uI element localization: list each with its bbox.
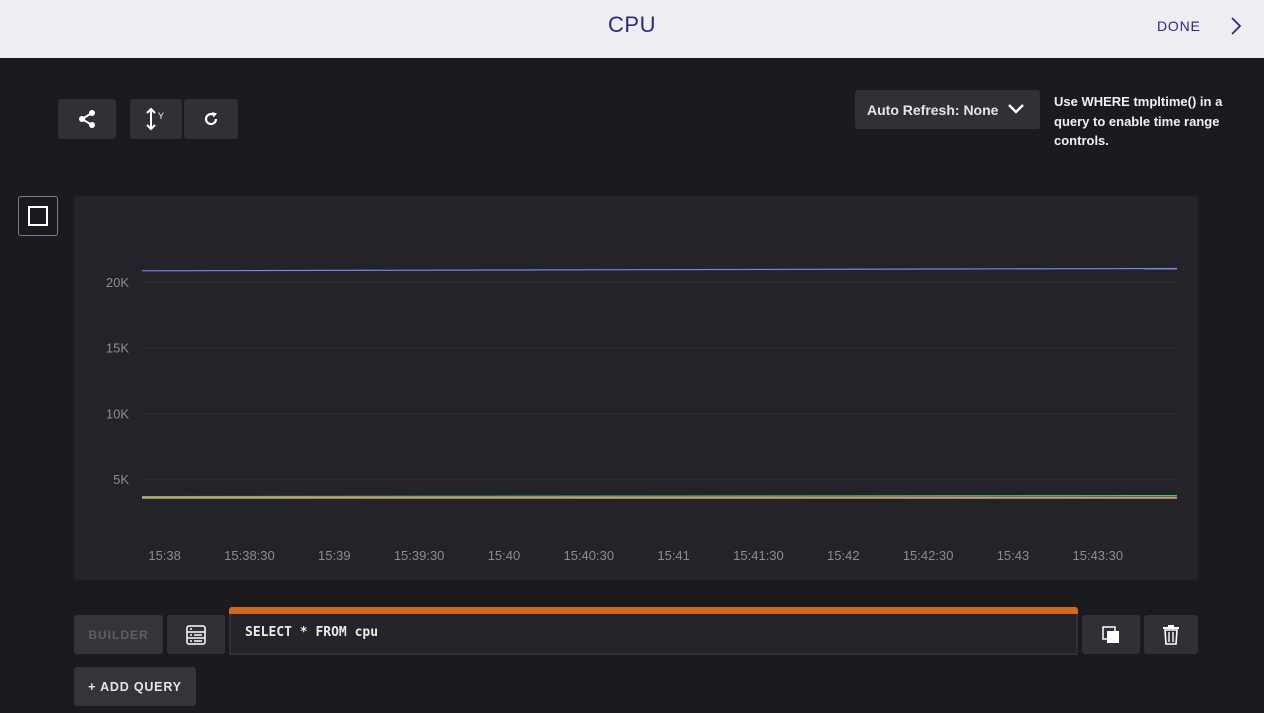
x-tick-label: 15:41:30 [733, 548, 784, 563]
database-list-icon [186, 624, 206, 645]
x-tick-label: 15:43:30 [1073, 548, 1124, 563]
schema-explorer-button[interactable] [167, 615, 225, 654]
time-range-hint: Use WHERE tmpltime() in a query to enabl… [1054, 94, 1223, 148]
y-tick-label: 20K [106, 275, 129, 290]
y-axis-range-button[interactable]: Y [130, 99, 182, 139]
y-tick-label: 15K [106, 341, 129, 356]
share-button[interactable] [58, 99, 116, 139]
builder-button[interactable]: BUILDER [74, 615, 163, 654]
x-tick-label: 15:43 [997, 548, 1030, 563]
square-icon [28, 206, 48, 226]
auto-refresh-dropdown[interactable]: Auto Refresh: None [855, 90, 1040, 129]
series-line [141, 495, 1178, 498]
chevron-right-icon[interactable] [1226, 16, 1246, 36]
share-icon [79, 110, 95, 128]
line-chart: 5K 10K 15K 20K 15:38 15:38:30 15:39 15:39:30 15:… [106, 267, 1178, 563]
x-tick-label: 15:39:30 [394, 548, 445, 563]
header-bar: CPU DONE [0, 0, 1264, 58]
refresh-icon [204, 112, 218, 126]
x-tick-label: 15:40:30 [563, 548, 614, 563]
done-button[interactable]: DONE [1157, 18, 1201, 34]
x-tick-label: 15:38:30 [224, 548, 275, 563]
series-line [141, 267, 1178, 272]
graph-type-selector[interactable] [18, 196, 58, 236]
x-tick-label: 15:42 [827, 548, 860, 563]
auto-refresh-label: Auto Refresh: None [867, 101, 999, 118]
add-query-button[interactable]: + ADD QUERY [74, 667, 196, 706]
chart-panel: 5K 10K 15K 20K 15:38 15:38:30 15:39 15:39:30 15:… [74, 196, 1198, 580]
x-tick-label: 15:39 [318, 548, 351, 563]
x-tick-label: 15:40 [488, 548, 521, 563]
y-axis-range-icon: Y [146, 107, 164, 131]
y-tick-label: 10K [106, 406, 129, 421]
duplicate-query-button[interactable] [1082, 615, 1140, 654]
svg-text:Y: Y [158, 111, 164, 121]
query-editor[interactable]: SELECT * FROM cpu [229, 614, 1078, 655]
x-tick-label: 15:38 [148, 548, 181, 563]
x-tick-label: 15:42:30 [903, 548, 954, 563]
delete-query-button[interactable] [1144, 615, 1198, 654]
chevron-down-icon [1008, 104, 1024, 114]
duplicate-icon [1102, 625, 1119, 643]
refresh-button[interactable] [184, 99, 238, 139]
x-tick-label: 15:41 [657, 548, 690, 563]
page-title: CPU [608, 12, 656, 37]
trash-icon [1163, 624, 1179, 645]
y-tick-label: 5K [113, 472, 129, 487]
